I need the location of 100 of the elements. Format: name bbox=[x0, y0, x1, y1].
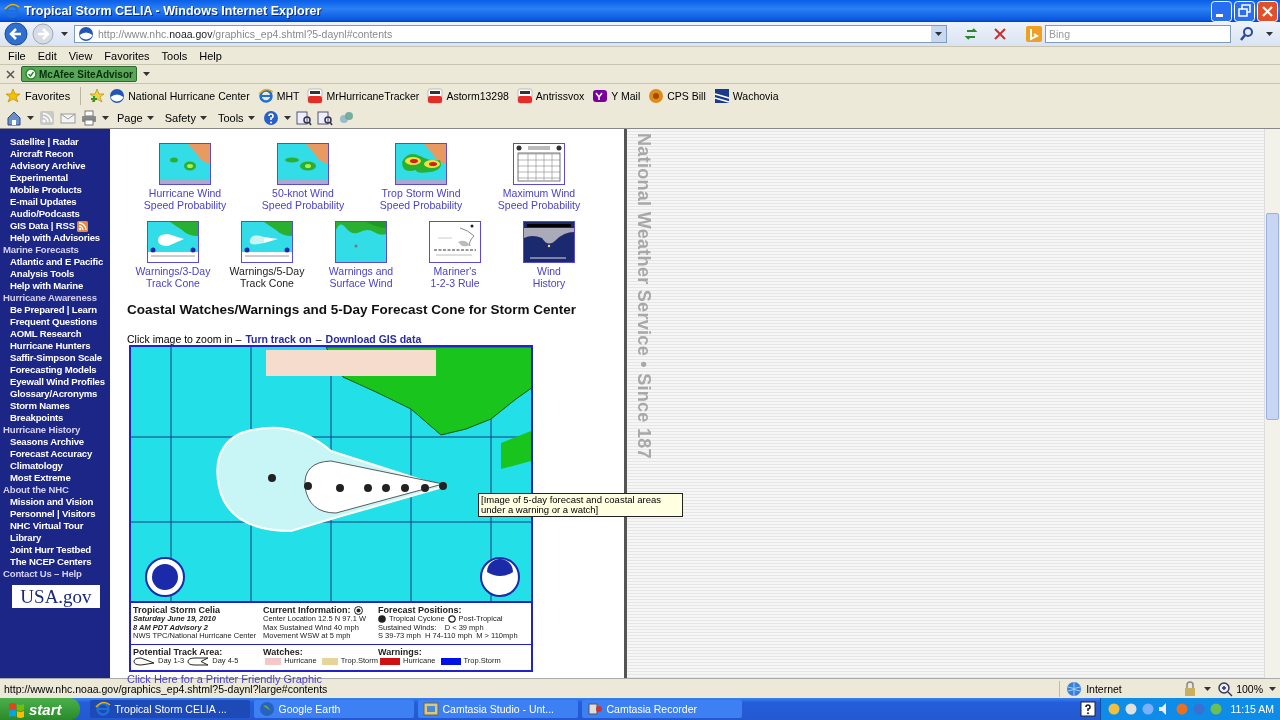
menu-item[interactable]: View bbox=[62, 49, 99, 62]
product-link[interactable]: Hurricane Wind Speed Probability bbox=[143, 187, 227, 211]
favorite-link[interactable]: National Hurricane Center bbox=[109, 88, 250, 104]
favorite-link[interactable]: MHT bbox=[257, 88, 300, 104]
sidebar-link[interactable]: Advisory Archive bbox=[10, 160, 86, 172]
sidebar-link[interactable]: Frequent Questions bbox=[10, 316, 98, 328]
sidebar-heading[interactable]: Marine Forecasts bbox=[0, 244, 110, 256]
scroll-thumb[interactable] bbox=[1266, 213, 1279, 420]
sidebar-link[interactable]: Eyewall Wind Profiles bbox=[10, 376, 105, 388]
sidebar-link[interactable]: Storm Names bbox=[10, 400, 70, 412]
favorite-link[interactable]: Wachovia bbox=[713, 88, 779, 104]
search-button[interactable] bbox=[1239, 26, 1255, 42]
sidebar-link[interactable]: Saffir-Simpson Scale bbox=[10, 352, 102, 364]
taskbar-button[interactable]: Camtasia Recorder bbox=[581, 700, 742, 718]
menu-item[interactable]: Edit bbox=[31, 49, 63, 62]
tray-icon[interactable] bbox=[1124, 702, 1139, 716]
sidebar-link[interactable]: Glossary/Acronyms bbox=[10, 388, 98, 400]
address-field[interactable]: http://www.nhc.noaa.gov/graphics_ep4.shtml?5-daynl#contents bbox=[74, 25, 947, 43]
zoom-button[interactable]: 100% bbox=[1217, 680, 1263, 697]
site-logo[interactable]: USA.gov bbox=[12, 585, 100, 608]
sidebar-link[interactable]: NHC Virtual Tour bbox=[10, 520, 84, 532]
sidebar-heading[interactable]: Hurricane Awareness bbox=[0, 292, 110, 304]
close-button[interactable] bbox=[1257, 0, 1278, 22]
toolbar-menu[interactable]: Tools bbox=[217, 112, 255, 124]
product-link[interactable]: Mariner's 1-2-3 Rule bbox=[430, 265, 480, 289]
favorite-link[interactable]: Antrissvox bbox=[516, 88, 585, 104]
sidebar-link[interactable]: Personnel | Visitors bbox=[10, 508, 96, 520]
close-icon[interactable] bbox=[6, 69, 15, 79]
taskbar-button[interactable]: Google Earth bbox=[253, 700, 414, 718]
sidebar-link[interactable]: Joint Hurr Testbed bbox=[10, 544, 91, 556]
minimize-button[interactable] bbox=[1211, 0, 1232, 22]
addon-button[interactable]: McAfee SiteAdvisor bbox=[21, 66, 137, 82]
sidebar-link[interactable]: Most Extreme bbox=[10, 472, 71, 484]
taskbar-button[interactable]: Camtasia Studio - Unt... bbox=[417, 700, 578, 718]
research-icon[interactable] bbox=[295, 110, 312, 126]
dropdown-button[interactable] bbox=[931, 26, 946, 42]
favorites-button[interactable]: Favorites bbox=[5, 88, 71, 104]
restore-button[interactable] bbox=[1234, 0, 1255, 22]
stop-button[interactable] bbox=[992, 26, 1008, 42]
text-link[interactable]: Turn track on bbox=[245, 333, 312, 345]
sidebar-link[interactable]: Be Prepared | Learn bbox=[10, 304, 97, 316]
sidebar-link[interactable]: Forecast Accuracy bbox=[10, 448, 93, 460]
product-link[interactable]: Warnings/5-Day Track Cone bbox=[229, 265, 305, 289]
sidebar-link[interactable]: Forecasting Models bbox=[10, 364, 97, 376]
caret-icon[interactable] bbox=[61, 32, 68, 36]
sidebar-link[interactable]: Hurricane Hunters bbox=[10, 340, 91, 352]
home-icon[interactable] bbox=[6, 110, 22, 126]
add-favorite-icon[interactable] bbox=[89, 88, 106, 104]
menu-item[interactable]: Tools bbox=[155, 49, 194, 62]
sidebar-link[interactable]: Analysis Tools bbox=[10, 268, 75, 280]
sidebar-link[interactable]: Seasons Archive bbox=[10, 436, 84, 448]
sidebar-link[interactable]: AOML Research bbox=[10, 328, 82, 340]
caret-icon[interactable] bbox=[102, 116, 109, 120]
caret-icon[interactable] bbox=[1266, 32, 1273, 36]
help-icon[interactable] bbox=[1080, 701, 1097, 717]
refresh-button[interactable] bbox=[963, 26, 979, 42]
favorite-link[interactable]: CPS Bill bbox=[648, 88, 706, 104]
sidebar-link[interactable]: Help with Advisories bbox=[10, 232, 100, 244]
sidebar-link[interactable]: Audio/Podcasts bbox=[10, 208, 80, 220]
caret-icon[interactable] bbox=[283, 116, 291, 120]
sidebar-link[interactable]: Atlantic and E Pacific bbox=[10, 256, 104, 268]
sidebar-heading[interactable]: Contact Us – Help bbox=[0, 568, 110, 580]
caret-icon[interactable] bbox=[1204, 686, 1212, 691]
sidebar-link[interactable]: Climatology bbox=[10, 460, 63, 472]
sidebar-link[interactable]: Help with Marine bbox=[10, 280, 84, 292]
toolbar-menu[interactable]: Safety bbox=[164, 112, 207, 124]
menu-item[interactable]: Favorites bbox=[98, 49, 156, 62]
research-icon[interactable] bbox=[316, 110, 333, 126]
start-button[interactable]: start bbox=[0, 698, 80, 720]
sidebar-link[interactable]: Library bbox=[10, 532, 42, 544]
sidebar-link[interactable]: Mobile Products bbox=[10, 184, 82, 196]
sidebar-link[interactable]: Aircraft Recon bbox=[10, 148, 74, 160]
favorite-link[interactable]: Astorm13298 bbox=[427, 88, 509, 104]
product-link[interactable]: 50-knot Wind Speed Probability bbox=[261, 187, 345, 211]
product-link[interactable]: Warnings/3-Day Track Cone bbox=[135, 265, 211, 289]
caret-icon[interactable] bbox=[142, 72, 150, 76]
product-link[interactable]: Maximum Wind Speed Probability bbox=[497, 187, 581, 211]
sidebar-link[interactable]: GIS Data | RSS bbox=[10, 220, 75, 232]
sidebar-link[interactable]: The NCEP Centers bbox=[10, 556, 92, 568]
text-link[interactable]: Download GIS data bbox=[325, 333, 422, 345]
sidebar-link[interactable]: E-mail Updates bbox=[10, 196, 77, 208]
favorite-link[interactable]: Y Mail bbox=[592, 88, 641, 104]
taskbar-button[interactable]: Tropical Storm CELIA ... bbox=[89, 700, 250, 718]
sidebar-link[interactable]: Satellite | Radar bbox=[10, 136, 79, 148]
favorite-link[interactable]: MrHurricaneTracker bbox=[307, 88, 420, 104]
sidebar-heading[interactable]: Hurricane History bbox=[0, 424, 110, 436]
product-link[interactable]: Warnings and Surface Wind bbox=[328, 265, 394, 289]
caret-icon[interactable] bbox=[27, 116, 34, 120]
product-link[interactable]: Wind History bbox=[532, 265, 566, 289]
toolbar-menu[interactable]: Page bbox=[117, 112, 154, 124]
sidebar-heading[interactable]: About the NHC bbox=[0, 484, 110, 496]
menu-item[interactable]: Help bbox=[193, 49, 228, 62]
caret-icon[interactable] bbox=[1269, 686, 1276, 691]
search-field[interactable]: Bing bbox=[1045, 25, 1231, 43]
product-link[interactable]: Trop Storm Wind Speed Probability bbox=[379, 187, 463, 211]
menu-item[interactable]: File bbox=[2, 49, 32, 62]
feed-icon[interactable] bbox=[76, 220, 88, 232]
print-icon[interactable] bbox=[81, 110, 97, 126]
sidebar-link[interactable]: Experimental bbox=[10, 172, 68, 184]
scrollbar[interactable] bbox=[1264, 129, 1280, 678]
